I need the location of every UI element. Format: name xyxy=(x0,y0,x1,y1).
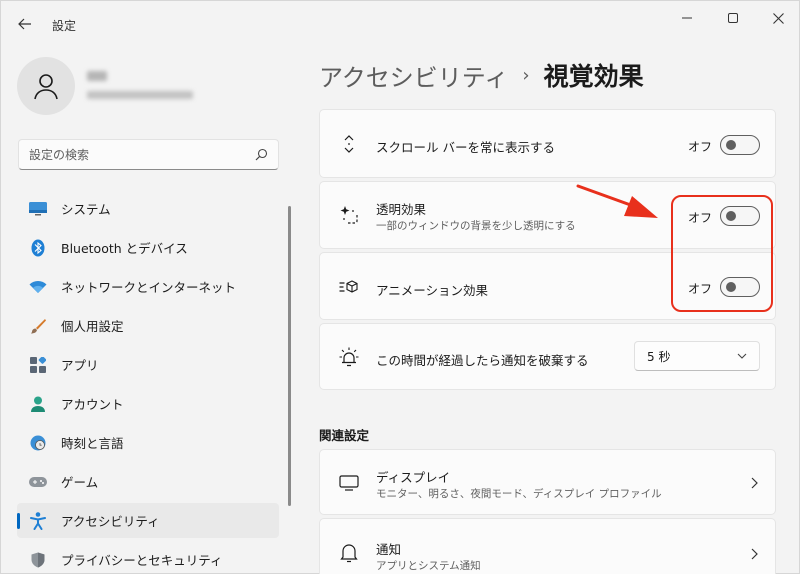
person-icon xyxy=(34,74,58,100)
setting-notification-card: この時間が経過したら通知を破棄する 5 秒 xyxy=(319,323,776,390)
close-icon xyxy=(772,12,784,24)
system-icon xyxy=(29,200,47,218)
sidebar-item-time-language[interactable]: 時刻と言語 xyxy=(17,425,279,460)
account-icon xyxy=(29,395,47,413)
sidebar-item-gaming[interactable]: ゲーム xyxy=(17,464,279,499)
sidebar-item-apps[interactable]: アプリ xyxy=(17,347,279,382)
chevron-down-icon xyxy=(737,353,747,359)
brush-icon xyxy=(29,317,47,335)
related-item-description: アプリとシステム通知 xyxy=(376,560,481,572)
apps-icon xyxy=(29,356,47,374)
sidebar-scrollbar[interactable] xyxy=(288,206,291,506)
maximize-button[interactable] xyxy=(713,7,753,29)
setting-description: 一部のウィンドウの背景を少し透明にする xyxy=(376,220,576,232)
sidebar-item-label: アプリ xyxy=(61,358,99,373)
sidebar-item-label: アカウント xyxy=(61,397,124,412)
breadcrumb: アクセシビリティ › 視覚効果 xyxy=(319,57,644,93)
shield-icon xyxy=(29,551,47,569)
sidebar-item-accessibility[interactable]: アクセシビリティ xyxy=(17,503,279,538)
minimize-icon xyxy=(682,17,692,19)
toggle-state-label: オフ xyxy=(688,140,713,154)
dismiss-time-dropdown[interactable]: 5 秒 xyxy=(634,341,760,371)
scrollbars-toggle[interactable] xyxy=(720,135,760,155)
blurred-user-name xyxy=(87,71,107,81)
page-title: 視覚効果 xyxy=(543,62,644,91)
related-display-card[interactable]: ディスプレイ モニター、明るさ、夜間モード、ディスプレイ プロファイル xyxy=(319,449,776,515)
breadcrumb-separator: › xyxy=(522,64,530,86)
breadcrumb-parent[interactable]: アクセシビリティ xyxy=(319,58,508,93)
setting-title: スクロール バーを常に表示する xyxy=(376,140,555,155)
scroll-arrows-icon xyxy=(338,133,360,155)
toggle-knob xyxy=(726,140,736,150)
search-icon[interactable] xyxy=(254,148,268,162)
bell-icon xyxy=(338,542,360,564)
monitor-icon xyxy=(338,472,360,494)
chevron-right-icon xyxy=(748,476,760,490)
sidebar-nav: システム Bluetooth とデバイス ネットワークとインターネット 個人用設… xyxy=(17,191,279,574)
back-button[interactable] xyxy=(11,11,39,37)
setting-title: この時間が経過したら通知を破棄する xyxy=(376,353,589,368)
sidebar-item-accounts[interactable]: アカウント xyxy=(17,386,279,421)
chevron-right-icon xyxy=(748,547,760,561)
animation-icon xyxy=(338,276,360,298)
related-item-title: ディスプレイ xyxy=(376,470,451,485)
sidebar-item-label: ネットワークとインターネット xyxy=(61,280,237,295)
notification-timer-icon xyxy=(338,346,360,368)
setting-scrollbars-card: スクロール バーを常に表示する オフ xyxy=(319,109,776,178)
sidebar-item-network[interactable]: ネットワークとインターネット xyxy=(17,269,279,304)
sidebar-item-label: システム xyxy=(61,202,111,217)
minimize-button[interactable] xyxy=(667,7,707,29)
app-title: 設定 xyxy=(52,19,77,33)
sidebar-item-label: ゲーム xyxy=(61,475,99,490)
sidebar-item-label: プライバシーとセキュリティ xyxy=(61,553,223,568)
related-item-description: モニター、明るさ、夜間モード、ディスプレイ プロファイル xyxy=(376,488,662,500)
wifi-icon xyxy=(29,278,47,296)
maximize-icon xyxy=(728,13,738,23)
related-item-title: 通知 xyxy=(376,542,402,557)
sidebar-item-label: 個人用設定 xyxy=(61,319,124,334)
related-notifications-card[interactable]: 通知 アプリとシステム通知 xyxy=(319,518,776,574)
annotation-highlight-box xyxy=(671,195,773,312)
dropdown-value: 5 秒 xyxy=(647,349,671,364)
search-input[interactable] xyxy=(29,147,254,162)
back-arrow-icon xyxy=(18,18,31,30)
time-language-icon xyxy=(29,434,47,452)
sidebar-item-privacy[interactable]: プライバシーとセキュリティ xyxy=(17,542,279,574)
settings-search[interactable] xyxy=(18,139,279,170)
close-button[interactable] xyxy=(758,7,798,29)
sidebar-item-system[interactable]: システム xyxy=(17,191,279,226)
sidebar-item-label: アクセシビリティ xyxy=(61,514,160,529)
transparency-icon xyxy=(338,204,360,226)
related-settings-heading: 関連設定 xyxy=(319,428,370,443)
accessibility-icon xyxy=(29,511,47,530)
blurred-user-email xyxy=(87,91,193,99)
setting-title: アニメーション効果 xyxy=(376,283,489,298)
sidebar-item-label: Bluetooth とデバイス xyxy=(61,241,188,256)
sidebar-item-personalization[interactable]: 個人用設定 xyxy=(17,308,279,343)
title-bar: 設定 xyxy=(1,1,800,47)
settings-window: 設定 システム xyxy=(0,0,800,574)
sidebar-item-label: 時刻と言語 xyxy=(61,436,124,451)
setting-title: 透明効果 xyxy=(376,202,427,217)
bluetooth-icon xyxy=(29,239,47,257)
avatar xyxy=(17,57,75,115)
gamepad-icon xyxy=(29,473,47,491)
annotation-arrow-icon xyxy=(576,184,658,218)
sidebar-item-bluetooth[interactable]: Bluetooth とデバイス xyxy=(17,230,279,265)
